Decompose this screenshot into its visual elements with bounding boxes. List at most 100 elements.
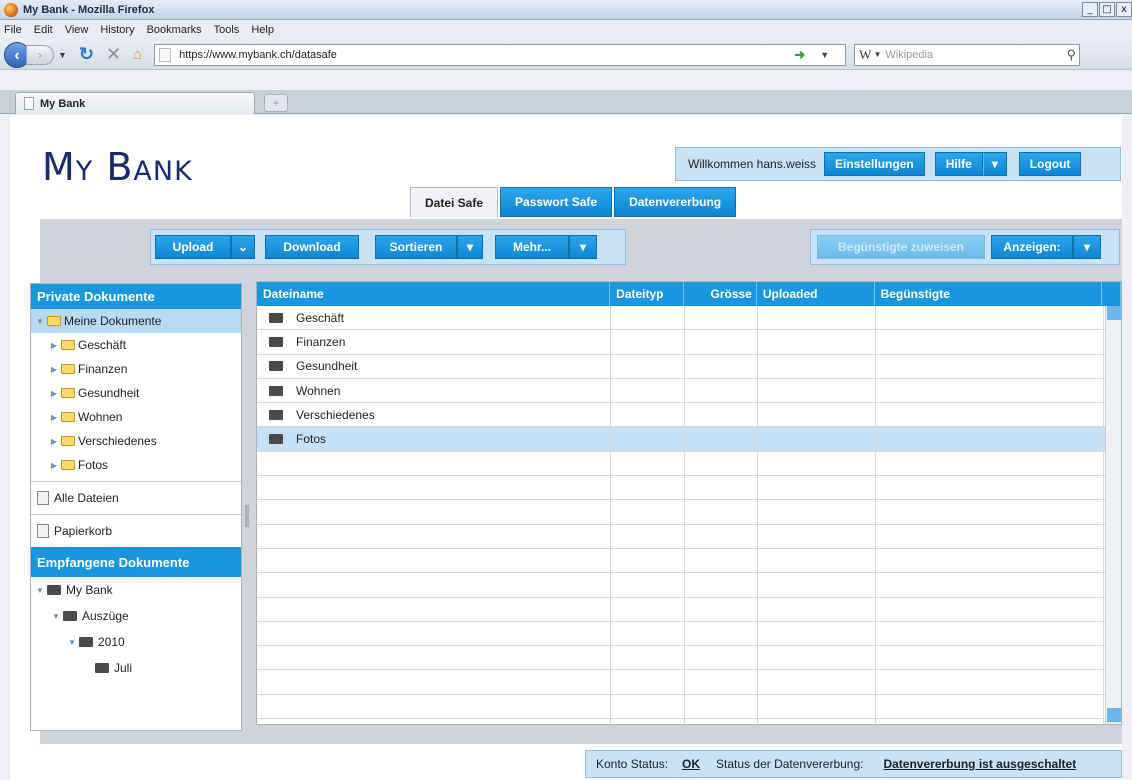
assign-beneficiary-button[interactable]: Begünstigte zuweisen: [817, 235, 985, 259]
column-header-dateityp[interactable]: Dateityp: [610, 282, 684, 306]
inheritance-status-link[interactable]: Datenvererbung ist ausgeschaltet: [883, 757, 1076, 771]
table-row[interactable]: Wohnen: [257, 378, 1121, 404]
empty-row: [257, 476, 1121, 501]
folder-icon: [269, 336, 283, 347]
sidebar-item-fotos[interactable]: ▶ Fotos: [31, 453, 241, 477]
menu-tools[interactable]: Tools: [214, 24, 240, 36]
column-header-beguenstigte[interactable]: Begünstigte: [875, 282, 1103, 306]
expand-right-icon[interactable]: ▶: [49, 413, 59, 422]
window-controls: _ □ x: [1081, 2, 1132, 17]
sidebar-item-meine-dokumente[interactable]: ▼ Meine Dokumente: [31, 309, 241, 333]
received-item-label: 2010: [98, 635, 125, 649]
upload-button[interactable]: Upload: [155, 235, 231, 259]
menu-help[interactable]: Help: [251, 24, 274, 36]
folder-icon: [61, 364, 75, 374]
table-row[interactable]: Verschiedenes: [257, 403, 1121, 428]
expand-down-icon[interactable]: ▼: [35, 586, 45, 595]
url-dropdown-icon[interactable]: ▼: [820, 50, 829, 60]
menu-edit[interactable]: Edit: [34, 24, 53, 36]
sidebar-item-verschiedenes[interactable]: ▶ Verschiedenes: [31, 429, 241, 453]
received-item-label: Auszüge: [82, 609, 129, 623]
expand-down-icon[interactable]: ▼: [67, 638, 77, 647]
column-header-dateiname[interactable]: Dateiname: [257, 282, 611, 306]
expand-right-icon[interactable]: ▶: [49, 437, 59, 446]
grid-scrollbar[interactable]: [1105, 306, 1121, 724]
go-arrow-icon[interactable]: ➜: [794, 47, 805, 63]
menu-bookmarks[interactable]: Bookmarks: [147, 24, 202, 36]
stop-icon[interactable]: ✕: [106, 44, 121, 65]
sidebar-item-wohnen[interactable]: ▶ Wohnen: [31, 405, 241, 429]
browser-tab[interactable]: My Bank: [15, 92, 255, 114]
expand-right-icon[interactable]: ▶: [49, 365, 59, 374]
expand-right-icon[interactable]: ▶: [49, 341, 59, 350]
expand-right-icon[interactable]: ▶: [49, 389, 59, 398]
download-button[interactable]: Download: [265, 235, 359, 259]
table-row-selected[interactable]: Fotos: [257, 427, 1121, 452]
folder-icon: [61, 436, 75, 446]
sidebar-item-papierkorb[interactable]: Papierkorb: [31, 515, 241, 547]
table-row[interactable]: Gesundheit: [257, 354, 1121, 379]
history-dropdown-icon[interactable]: ▼: [58, 50, 67, 60]
received-item-juli[interactable]: Juli: [31, 655, 241, 681]
more-dropdown-button[interactable]: ▾: [569, 235, 597, 259]
sidebar-item-finanzen[interactable]: ▶ Finanzen: [31, 357, 241, 381]
folder-icon: [61, 460, 75, 470]
folder-icon: [61, 388, 75, 398]
column-header-uploaded[interactable]: Uploaded: [757, 282, 875, 306]
view-button[interactable]: Anzeigen:: [991, 235, 1073, 259]
tab-datei-safe[interactable]: Datei Safe: [410, 187, 499, 217]
maximize-button[interactable]: □: [1099, 2, 1115, 17]
folder-icon: [61, 340, 75, 350]
file-name: Verschiedenes: [296, 407, 375, 422]
scroll-down-button[interactable]: [1107, 708, 1121, 722]
received-item-my-bank[interactable]: ▼ My Bank: [31, 577, 241, 603]
logout-button[interactable]: Logout: [1018, 152, 1082, 176]
tab-datenvererbung[interactable]: Datenvererbung: [614, 187, 737, 217]
upload-dropdown-button[interactable]: ⌄: [231, 235, 255, 259]
forward-button[interactable]: ›: [26, 44, 54, 65]
column-header-groesse[interactable]: Grösse: [684, 282, 757, 306]
tab-page-icon: [24, 97, 34, 110]
folder-icon: [61, 412, 75, 422]
reload-icon[interactable]: ↻: [79, 44, 94, 65]
address-bar[interactable]: https://www.mybank.ch/datasafe ➜ ▼: [154, 43, 847, 66]
settings-button[interactable]: Einstellungen: [824, 152, 925, 176]
sidebar-item-gesundheit[interactable]: ▶ Gesundheit: [31, 381, 241, 405]
empty-row: [257, 646, 1121, 671]
help-dropdown-button[interactable]: ▾: [982, 152, 1007, 176]
received-item-2010[interactable]: ▼ 2010: [31, 629, 241, 655]
scroll-up-button[interactable]: [1107, 306, 1121, 320]
menu-file[interactable]: File: [4, 24, 22, 36]
home-icon[interactable]: ⌂: [133, 46, 142, 63]
search-bar[interactable]: W ▼ Wikipedia ⚲: [854, 43, 1081, 66]
table-row[interactable]: Finanzen: [257, 330, 1121, 355]
sidebar-resize-handle[interactable]: [245, 505, 249, 527]
expand-right-icon[interactable]: ▶: [49, 461, 59, 470]
view-dropdown-button[interactable]: ▾: [1073, 235, 1101, 259]
search-icon[interactable]: ⚲: [1067, 47, 1077, 63]
sidebar-item-label: Geschäft: [78, 338, 127, 352]
sidebar-item-geschaeft[interactable]: ▶ Geschäft: [31, 333, 241, 357]
account-status-link[interactable]: OK: [682, 757, 700, 771]
sort-button[interactable]: Sortieren: [375, 235, 457, 259]
received-item-auszuege[interactable]: ▼ Auszüge: [31, 603, 241, 629]
help-button[interactable]: Hilfe: [934, 152, 983, 176]
sort-dropdown-button[interactable]: ▾: [457, 235, 483, 259]
new-tab-button[interactable]: +: [264, 94, 288, 112]
search-engine-dropdown-icon[interactable]: ▼: [873, 50, 881, 59]
minimize-button[interactable]: _: [1082, 2, 1098, 17]
wikipedia-icon[interactable]: W: [859, 47, 871, 63]
sidebar-item-label: Fotos: [78, 458, 109, 472]
more-button[interactable]: Mehr...: [495, 235, 569, 259]
sidebar-item-alle-dateien[interactable]: Alle Dateien: [31, 482, 241, 514]
tab-passwort-safe[interactable]: Passwort Safe: [500, 187, 613, 217]
close-button[interactable]: x: [1116, 2, 1132, 17]
sidebar-item-label: Meine Dokumente: [64, 314, 162, 328]
main-tabs: Datei Safe Passwort Safe Datenvererbung: [410, 187, 738, 217]
table-row[interactable]: Geschäft: [257, 306, 1121, 331]
expand-down-icon[interactable]: ▼: [51, 612, 61, 621]
sidebar-item-label: Finanzen: [78, 362, 128, 376]
expand-down-icon[interactable]: ▼: [35, 317, 45, 326]
menu-view[interactable]: View: [65, 24, 89, 36]
menu-history[interactable]: History: [100, 24, 134, 36]
